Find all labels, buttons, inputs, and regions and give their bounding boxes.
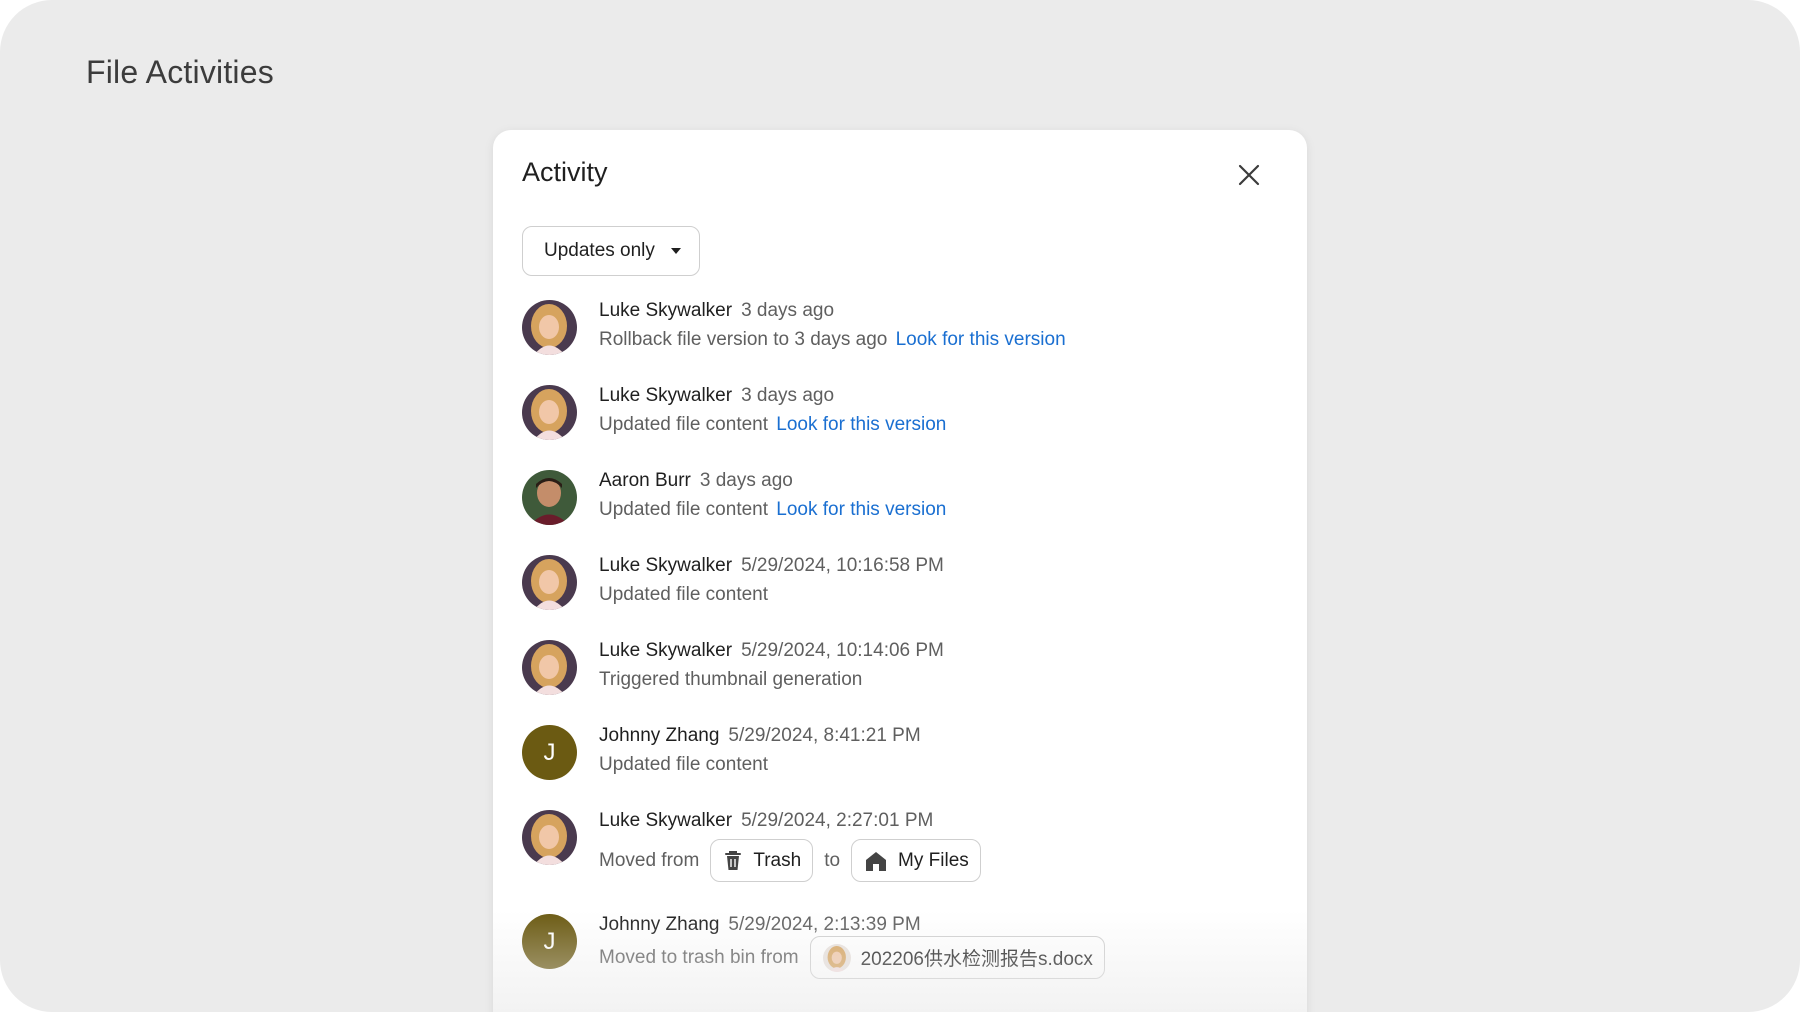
- trash-chip[interactable]: Trash: [710, 839, 814, 882]
- activity-meta: Aaron Burr 3 days ago: [599, 470, 793, 492]
- activity-meta: Johnny Zhang 5/29/2024, 2:13:39 PM: [599, 914, 921, 936]
- activity-meta: Luke Skywalker 3 days ago: [599, 385, 834, 407]
- timestamp: 5/29/2024, 2:13:39 PM: [728, 914, 921, 935]
- chip-label: Trash: [753, 849, 802, 871]
- activity-text: Moved from: [599, 849, 700, 871]
- avatar[interactable]: [522, 640, 577, 695]
- activity-meta: Luke Skywalker 5/29/2024, 10:14:06 PM: [599, 640, 944, 662]
- activity-meta: Luke Skywalker 5/29/2024, 10:16:58 PM: [599, 555, 944, 577]
- avatar[interactable]: J: [522, 914, 577, 969]
- avatar[interactable]: J: [522, 725, 577, 780]
- filter-label: Updates only: [544, 240, 655, 261]
- timestamp: 5/29/2024, 10:16:58 PM: [741, 555, 944, 576]
- timestamp: 3 days ago: [741, 385, 835, 406]
- activity-text: Rollback file version to 3 days ago: [599, 329, 888, 350]
- activity-description: Updated file content: [599, 584, 768, 606]
- app-frame: File Activities Activity Updates only Lu…: [0, 0, 1800, 1012]
- timestamp: 5/29/2024, 8:41:21 PM: [728, 725, 921, 746]
- home-icon: [866, 851, 887, 871]
- avatar[interactable]: [522, 555, 577, 610]
- timestamp: 3 days ago: [741, 300, 835, 321]
- activity-text: Updated file content: [599, 499, 769, 520]
- activity-description: Updated file content: [599, 754, 768, 776]
- caret-down-icon: [670, 248, 681, 254]
- move-description: Moved to trash bin from 202206供水检测报告s.do…: [599, 936, 1105, 979]
- file-owner-avatar: [822, 943, 851, 972]
- timestamp: 3 days ago: [699, 470, 793, 491]
- activity-description: Updated file content Look for this versi…: [599, 414, 946, 436]
- chip-label: My Files: [898, 849, 969, 871]
- activity-description: Updated file content Look for this versi…: [599, 499, 946, 521]
- activity-description: Triggered thumbnail generation: [599, 669, 862, 691]
- activity-meta: Luke Skywalker 5/29/2024, 2:27:01 PM: [599, 810, 933, 832]
- move-description: Moved from Trash to My Files: [599, 839, 981, 882]
- timestamp: 5/29/2024, 10:14:06 PM: [741, 640, 944, 661]
- close-button[interactable]: [1229, 155, 1269, 195]
- activity-meta: Johnny Zhang 5/29/2024, 8:41:21 PM: [599, 725, 921, 747]
- avatar[interactable]: [522, 385, 577, 440]
- timestamp: 5/29/2024, 2:27:01 PM: [741, 810, 934, 831]
- user-name[interactable]: Luke Skywalker: [599, 385, 732, 406]
- user-name[interactable]: Luke Skywalker: [599, 555, 732, 576]
- avatar[interactable]: [522, 470, 577, 525]
- activity-text: Updated file content: [599, 414, 769, 435]
- user-name[interactable]: Johnny Zhang: [599, 725, 719, 746]
- page-title: File Activities: [86, 54, 274, 90]
- connector-text: to: [824, 849, 841, 871]
- activity-text: Triggered thumbnail generation: [599, 669, 863, 690]
- file-name: 202206供水检测报告s.docx: [860, 949, 1093, 970]
- activity-text: Updated file content: [599, 754, 769, 775]
- avatar[interactable]: [522, 300, 577, 355]
- activity-text: Moved to trash bin from: [599, 946, 799, 968]
- user-name[interactable]: Johnny Zhang: [599, 914, 719, 935]
- look-for-version-link[interactable]: Look for this version: [776, 414, 946, 435]
- file-chip[interactable]: 202206供水检测报告s.docx: [809, 936, 1105, 979]
- activity-meta: Luke Skywalker 3 days ago: [599, 300, 834, 322]
- look-for-version-link[interactable]: Look for this version: [776, 499, 946, 520]
- panel-title: Activity: [522, 157, 608, 187]
- filter-dropdown[interactable]: Updates only: [522, 226, 700, 276]
- activity-description: Rollback file version to 3 days ago Look…: [599, 329, 1066, 351]
- user-name[interactable]: Luke Skywalker: [599, 640, 732, 661]
- my-files-chip[interactable]: My Files: [851, 839, 981, 882]
- user-name[interactable]: Luke Skywalker: [599, 810, 732, 831]
- trash-icon: [725, 850, 742, 870]
- activity-panel: Activity Updates only Luke Skywalker 3 da…: [493, 130, 1307, 1012]
- avatar[interactable]: [522, 810, 577, 865]
- look-for-version-link[interactable]: Look for this version: [896, 329, 1066, 350]
- close-icon: [1238, 164, 1260, 186]
- user-name[interactable]: Luke Skywalker: [599, 300, 732, 321]
- activity-text: Updated file content: [599, 584, 769, 605]
- user-name[interactable]: Aaron Burr: [599, 470, 691, 491]
